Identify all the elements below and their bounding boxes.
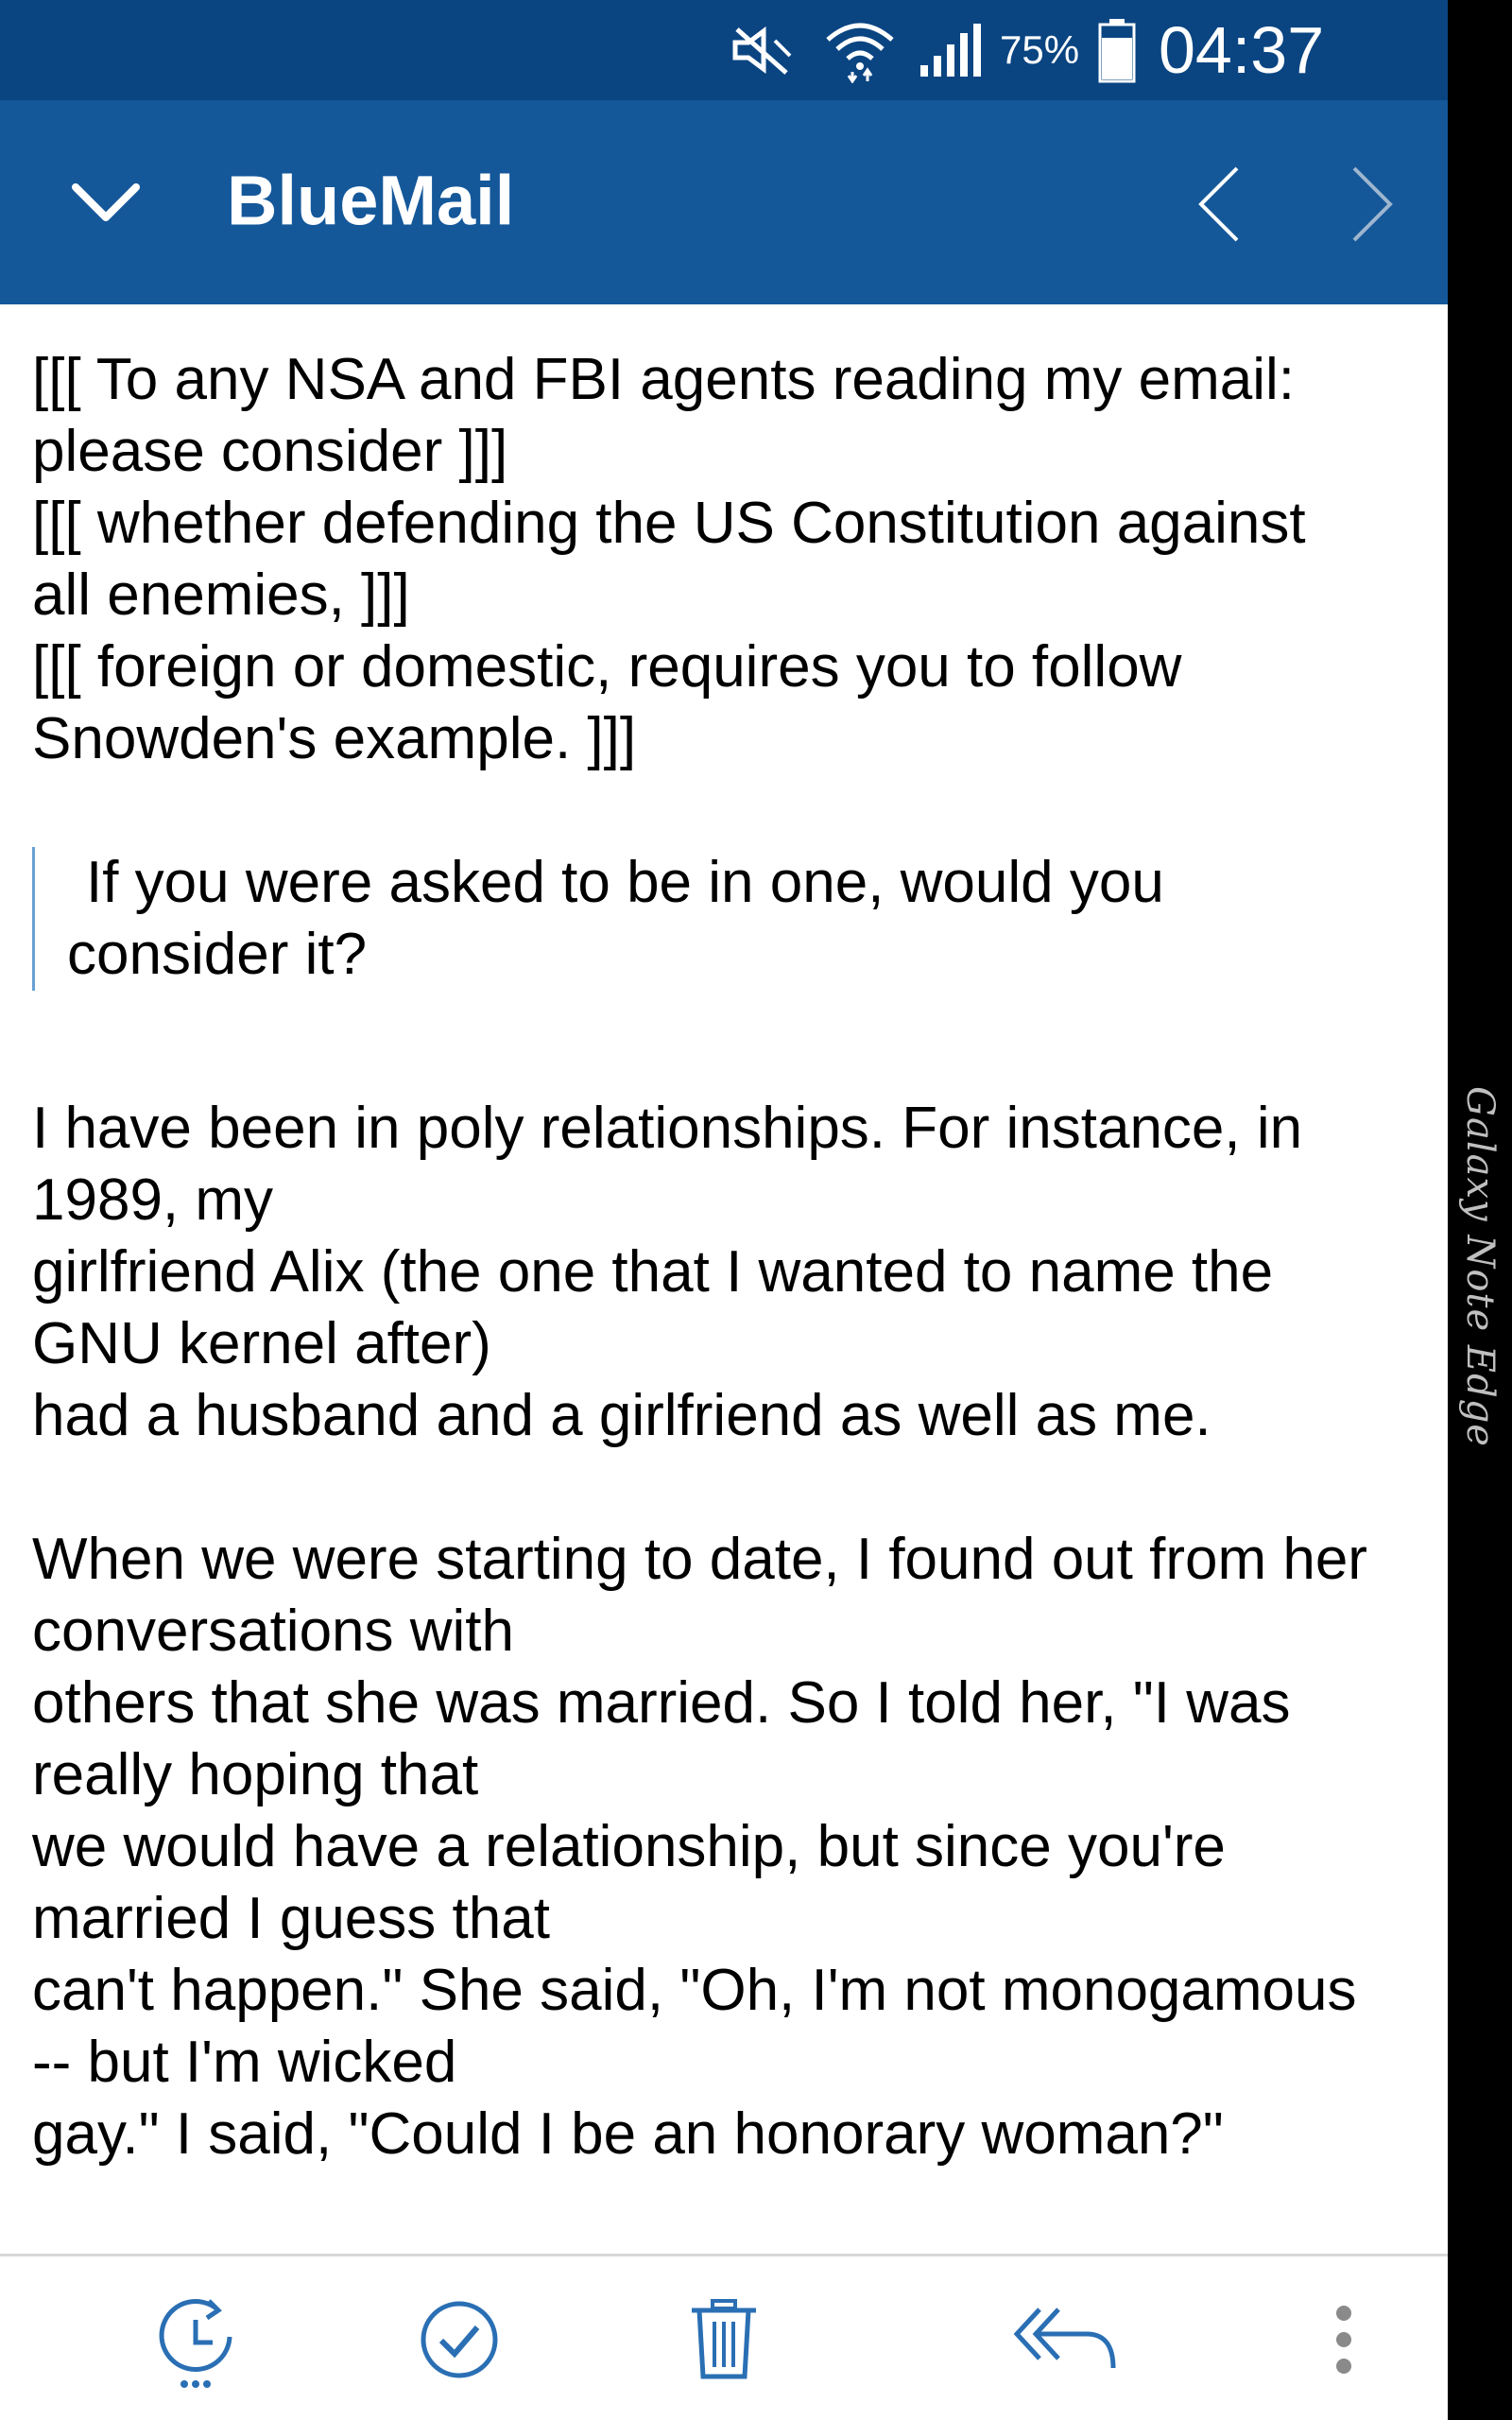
body-line: really hoping that: [32, 1742, 479, 1807]
more-vert-icon: [1336, 2306, 1351, 2374]
signature-line: [[[ To any NSA and FBI agents reading my…: [32, 347, 1295, 412]
body-line: had a husband and a girlfriend as well a…: [32, 1383, 1211, 1448]
body-line: married I guess that: [32, 1886, 550, 1951]
battery-percent: 75%: [1000, 27, 1080, 72]
more-options-button[interactable]: [1278, 2256, 1410, 2420]
clock-time: 04:37: [1159, 13, 1325, 87]
body-line: 1989, my: [32, 1167, 274, 1233]
body-line: conversations with: [32, 1599, 515, 1664]
chevron-right-icon: [1352, 166, 1393, 242]
signature-line: [[[ foreign or domestic, requires you to…: [32, 634, 1182, 700]
wifi-icon: [822, 0, 898, 100]
collapse-button[interactable]: [60, 164, 151, 240]
mark-done-button[interactable]: [393, 2256, 525, 2420]
signature-block: [[[ To any NSA and FBI agents reading my…: [32, 344, 1421, 775]
delete-button[interactable]: [658, 2256, 790, 2420]
snooze-icon: [159, 2299, 232, 2388]
bottom-action-bar: [0, 2254, 1448, 2420]
signature-line: all enemies, ]]]: [32, 562, 410, 628]
quote-line: If you were asked to be in one, would yo…: [86, 850, 1164, 915]
signal-icon: [917, 0, 983, 100]
chevron-left-icon: [1198, 166, 1239, 242]
body-line: -- but I'm wicked: [32, 2030, 457, 2095]
app-title: BlueMail: [227, 161, 515, 240]
phone-screen: 75% 04:37 BlueMail [[[To any NSA and FB…: [0, 0, 1448, 2420]
quote-line: consider it?: [67, 922, 368, 987]
paragraph-1: I have been in poly relationships. For i…: [32, 1093, 1421, 1452]
previous-message-button[interactable]: [1181, 157, 1257, 251]
signature-line: Snowden's example. ]]]: [32, 706, 637, 771]
snooze-button[interactable]: [132, 2256, 265, 2420]
body-line: gay." I said, "Could I be an honorary wo…: [32, 2101, 1224, 2167]
chevron-down-icon: [72, 183, 140, 221]
quoted-text: If you were asked to be in one, would yo…: [32, 847, 1421, 991]
body-line: I have been in poly relationships. For i…: [32, 1096, 1303, 1161]
body-line: girlfriend Alix (the one that I wanted t…: [32, 1239, 1274, 1305]
device-edge-label: Galaxy Note Edge: [1458, 1086, 1502, 1447]
trash-icon: [692, 2299, 756, 2379]
reply-all-button[interactable]: [1002, 2256, 1134, 2420]
body-line: can't happen." She said, "Oh, I'm not mo…: [32, 1958, 1357, 2023]
done-check-icon: [421, 2301, 498, 2378]
body-line: we would have a relationship, but since …: [32, 1814, 1226, 1879]
body-line: GNU kernel after): [32, 1311, 491, 1376]
reply-all-icon: [1013, 2308, 1116, 2369]
mute-icon: [728, 0, 798, 100]
body-line: When we were starting to date, I found o…: [32, 1527, 1367, 1592]
app-bar: BlueMail: [0, 100, 1448, 304]
battery-icon: [1098, 0, 1136, 100]
body-line: others that she was married. So I told h…: [32, 1670, 1291, 1736]
signature-line: [[[ whether defending the US Constitutio…: [32, 491, 1306, 556]
next-message-button[interactable]: [1334, 157, 1410, 251]
status-bar: 75% 04:37: [0, 0, 1448, 100]
signature-line: please consider ]]]: [32, 419, 508, 484]
paragraph-2: When we were starting to date, I found o…: [32, 1524, 1421, 2170]
message-body: [[[ To any NSA and FBI agents reading my…: [32, 344, 1421, 2170]
